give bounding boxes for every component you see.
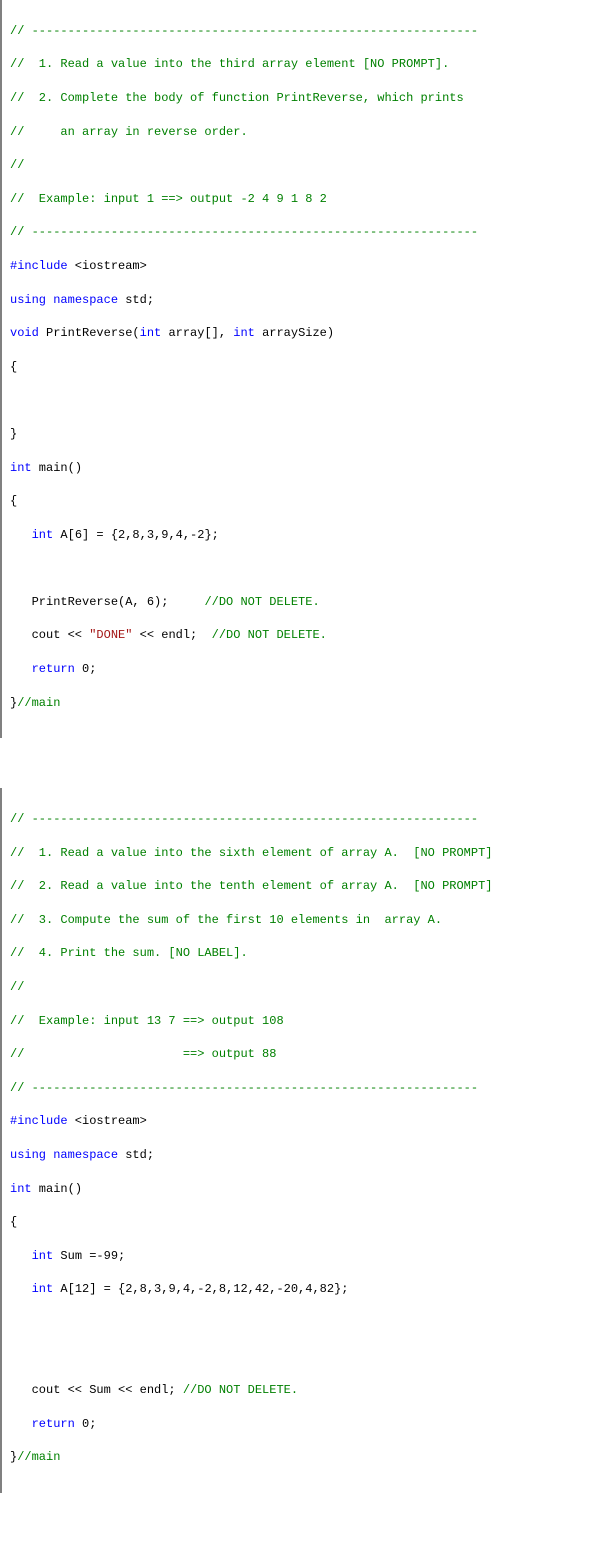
string-literal: "DONE" <box>89 628 132 642</box>
keyword-void: void <box>10 326 39 340</box>
comment-line: // 1. Read a value into the sixth elemen… <box>10 846 492 860</box>
keyword-namespace: namespace <box>53 293 118 307</box>
array-declaration: A[12] = {2,8,3,9,4,-2,8,12,42,-20,4,82}; <box>53 1282 348 1296</box>
keyword-using: using <box>10 1148 46 1162</box>
code-block-2: // -------------------------------------… <box>0 788 592 1493</box>
comment-inline: //main <box>17 1450 60 1464</box>
keyword-namespace: namespace <box>53 1148 118 1162</box>
array-declaration: A[6] = {2,8,3,9,4,-2}; <box>53 528 219 542</box>
output-statement: cout << Sum << endl; <box>10 1383 183 1397</box>
brace-open: { <box>10 494 17 508</box>
function-call: PrintReverse(A, 6); <box>10 595 204 609</box>
comment-inline: //DO NOT DELETE. <box>212 628 327 642</box>
preprocessor: #include <box>10 259 68 273</box>
brace-open: { <box>10 360 17 374</box>
keyword-int: int <box>10 461 32 475</box>
comment-line: // 1. Read a value into the third array … <box>10 57 449 71</box>
function-signature: PrintReverse( <box>39 326 140 340</box>
comment-line: // -------------------------------------… <box>10 1081 478 1095</box>
brace-close: } <box>10 427 17 441</box>
comment-line: // 4. Print the sum. [NO LABEL]. <box>10 946 248 960</box>
comment-line: // <box>10 158 24 172</box>
keyword-int: int <box>10 1182 32 1196</box>
comment-line: // <box>10 980 24 994</box>
keyword-using: using <box>10 293 46 307</box>
main-function: main() <box>32 1182 82 1196</box>
main-function: main() <box>32 461 82 475</box>
comment-inline: //DO NOT DELETE. <box>183 1383 298 1397</box>
code-block-1: // -------------------------------------… <box>0 0 592 738</box>
comment-line: // -------------------------------------… <box>10 24 478 38</box>
keyword-return: return <box>32 1417 75 1431</box>
comment-line: // Example: input 1 ==> output -2 4 9 1 … <box>10 192 327 206</box>
comment-line: // ==> output 88 <box>10 1047 276 1061</box>
comment-line: // -------------------------------------… <box>10 812 478 826</box>
comment-line: // 2. Read a value into the tenth elemen… <box>10 879 492 893</box>
variable-declaration: Sum =-99; <box>53 1249 125 1263</box>
keyword-return: return <box>32 662 75 676</box>
comment-line: // 2. Complete the body of function Prin… <box>10 91 464 105</box>
brace-open: { <box>10 1215 17 1229</box>
brace-close: } <box>10 1450 17 1464</box>
comment-line: // an array in reverse order. <box>10 125 248 139</box>
comment-line: // -------------------------------------… <box>10 225 478 239</box>
comment-inline: //main <box>17 696 60 710</box>
comment-line: // Example: input 13 7 ==> output 108 <box>10 1014 284 1028</box>
include-header: <iostream> <box>68 1114 147 1128</box>
comment-inline: //DO NOT DELETE. <box>204 595 319 609</box>
preprocessor: #include <box>10 1114 68 1128</box>
comment-line: // 3. Compute the sum of the first 10 el… <box>10 913 442 927</box>
include-header: <iostream> <box>68 259 147 273</box>
